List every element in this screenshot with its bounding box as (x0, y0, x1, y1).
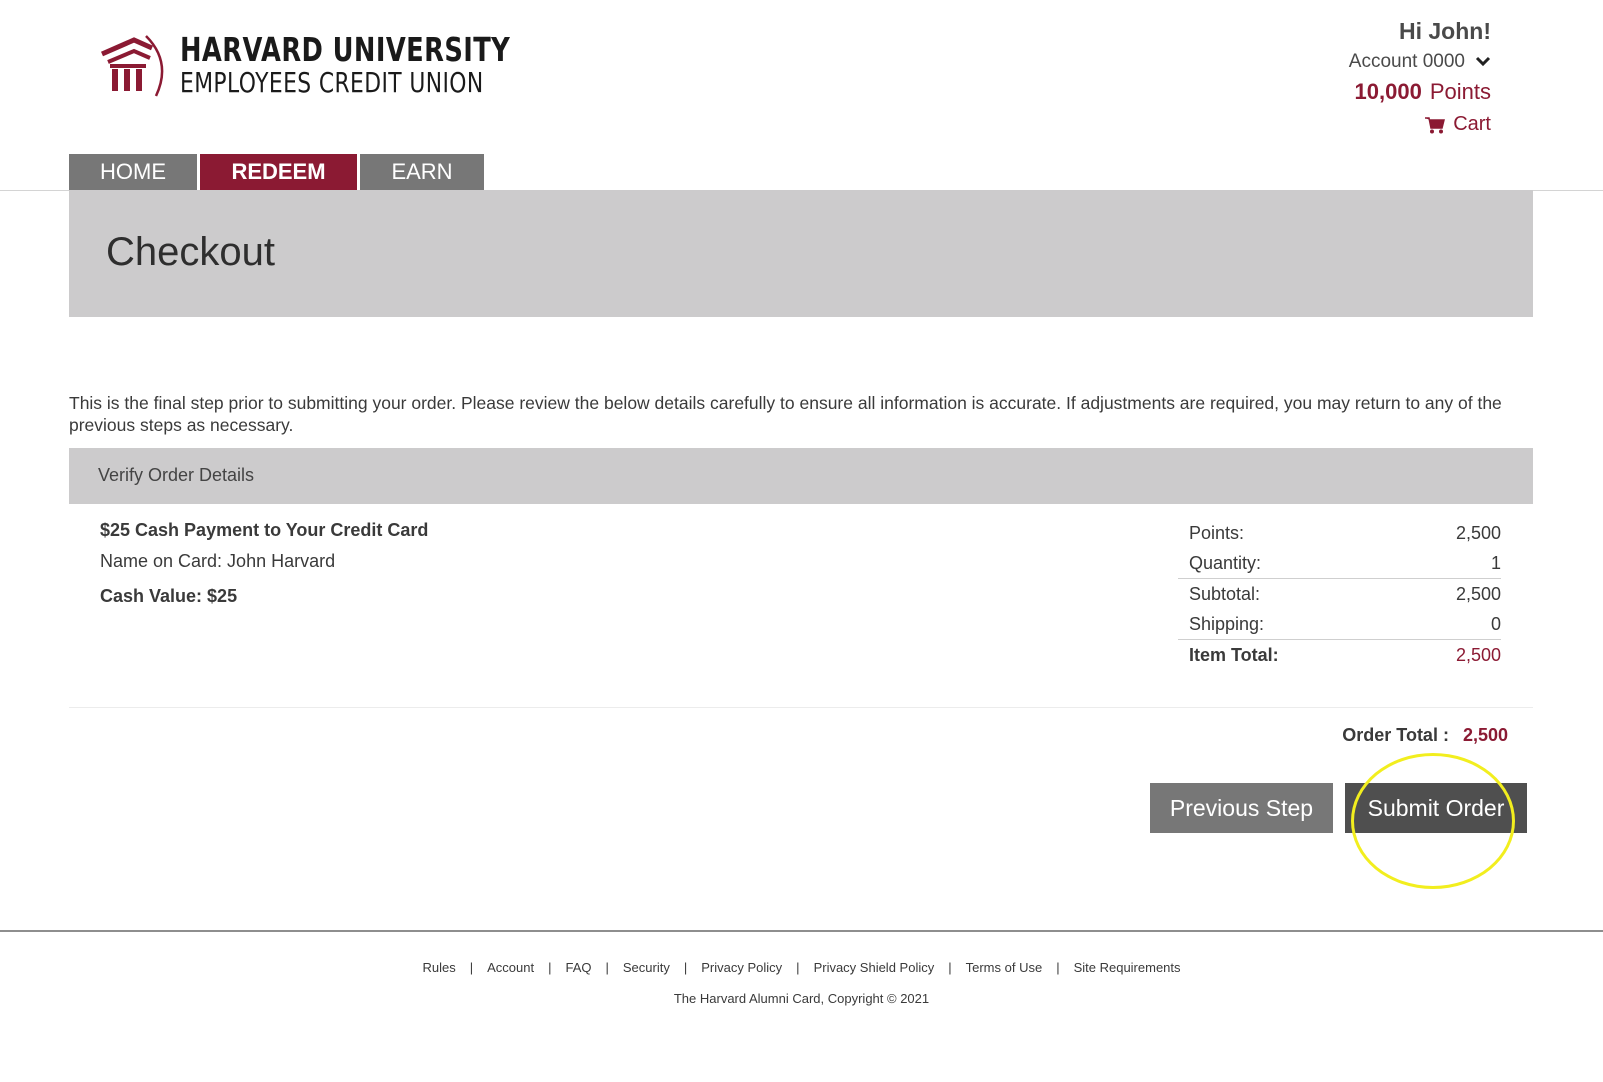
account-label: Account 0000 (1348, 51, 1465, 72)
footer-link-terms-of-use[interactable]: Terms of Use (966, 960, 1043, 975)
nav-tab-earn[interactable]: EARN (360, 154, 484, 190)
footer-copyright: The Harvard Alumni Card, Copyright © 202… (673, 991, 930, 1006)
item-name-on-card: Name on Card: John Harvard (100, 551, 336, 571)
user-panel: Hi John! Account 0000 10,000 Points Cart (1349, 18, 1491, 136)
summary-label: Subtotal: (1189, 584, 1261, 604)
verify-section-header: Verify Order Details (69, 448, 1533, 504)
summary-value: 2,500 (1455, 645, 1501, 665)
item-cash-value: Cash Value: $25 (100, 586, 238, 606)
summary-value: 1 (1490, 553, 1501, 573)
brand-line1: HARVARD UNIVERSITY (180, 30, 511, 69)
order-total-value: 2,500 (1462, 725, 1508, 745)
site-header: HARVARD UNIVERSITY EMPLOYEES CREDIT UNIO… (0, 0, 1603, 191)
points-balance: 10,000 Points (1349, 79, 1491, 105)
points-label: Points (1429, 79, 1491, 104)
summary-row-quantity: Quantity: 1 (1178, 548, 1501, 578)
summary-label: Shipping: (1189, 614, 1265, 634)
points-value: 10,000 (1354, 79, 1422, 104)
footer-link-account[interactable]: Account (487, 960, 534, 975)
page-banner: Checkout (69, 190, 1533, 317)
summary-value: 2,500 (1455, 523, 1501, 543)
nav-tab-home[interactable]: HOME (69, 154, 197, 190)
intro-text: This is the final step prior to submitti… (69, 393, 1502, 435)
order-total-label: Order Total : (1342, 725, 1449, 745)
logo-building-icon (100, 35, 164, 97)
footer-links: Rules | Account | FAQ | Security | Priva… (0, 960, 1603, 975)
previous-step-button[interactable]: Previous Step (1150, 783, 1333, 833)
footer-link-faq[interactable]: FAQ (565, 960, 591, 975)
footer-divider (0, 930, 1603, 932)
item-title: $25 Cash Payment to Your Credit Card (100, 520, 429, 540)
chevron-down-icon (1475, 51, 1491, 73)
cart-link[interactable]: Cart (1349, 113, 1491, 136)
main-nav: HOME REDEEM EARN (69, 154, 487, 190)
nav-tab-redeem[interactable]: REDEEM (200, 154, 357, 190)
item-summary: Points: 2,500 Quantity: 1 Subtotal: 2,50… (1178, 518, 1501, 670)
footer-separator: | (948, 960, 952, 975)
footer-link-privacy-shield-policy[interactable]: Privacy Shield Policy (814, 960, 935, 975)
summary-row-shipping: Shipping: 0 (1178, 609, 1501, 639)
footer-link-rules[interactable]: Rules (422, 960, 455, 975)
footer-separator: | (605, 960, 609, 975)
brand-logo[interactable]: HARVARD UNIVERSITY EMPLOYEES CREDIT UNIO… (100, 32, 603, 98)
submit-order-button[interactable]: Submit Order (1345, 783, 1527, 833)
summary-row-points: Points: 2,500 (1178, 518, 1501, 548)
cart-icon (1425, 116, 1446, 133)
summary-label: Quantity: (1189, 553, 1262, 573)
footer-separator: | (1056, 960, 1060, 975)
summary-row-subtotal: Subtotal: 2,500 (1178, 578, 1501, 609)
order-total: Order Total : 2,500 (1342, 725, 1508, 746)
brand-line2: EMPLOYEES CREDIT UNION (180, 66, 484, 99)
footer-separator: | (548, 960, 552, 975)
cart-label: Cart (1453, 113, 1491, 135)
footer-link-site-requirements[interactable]: Site Requirements (1074, 960, 1181, 975)
summary-label: Item Total: (1189, 645, 1279, 665)
page-title: Checkout (106, 230, 275, 274)
footer-link-security[interactable]: Security (623, 960, 670, 975)
user-greeting: Hi John! (1399, 18, 1491, 44)
footer-link-privacy-policy[interactable]: Privacy Policy (701, 960, 782, 975)
section-divider (69, 707, 1533, 708)
summary-row-item-total: Item Total: 2,500 (1178, 639, 1501, 670)
summary-value: 0 (1490, 614, 1501, 634)
order-item-details: $25 Cash Payment to Your Credit Card Nam… (100, 520, 428, 607)
footer-separator: | (796, 960, 800, 975)
summary-label: Points: (1189, 523, 1245, 543)
summary-value: 2,500 (1455, 584, 1501, 604)
brand-name: HARVARD UNIVERSITY EMPLOYEES CREDIT UNIO… (180, 33, 510, 97)
footer-separator: | (683, 960, 688, 975)
verify-header-label: Verify Order Details (98, 465, 255, 485)
account-dropdown[interactable]: Account 0000 (1349, 51, 1491, 73)
footer-separator: | (469, 960, 474, 975)
